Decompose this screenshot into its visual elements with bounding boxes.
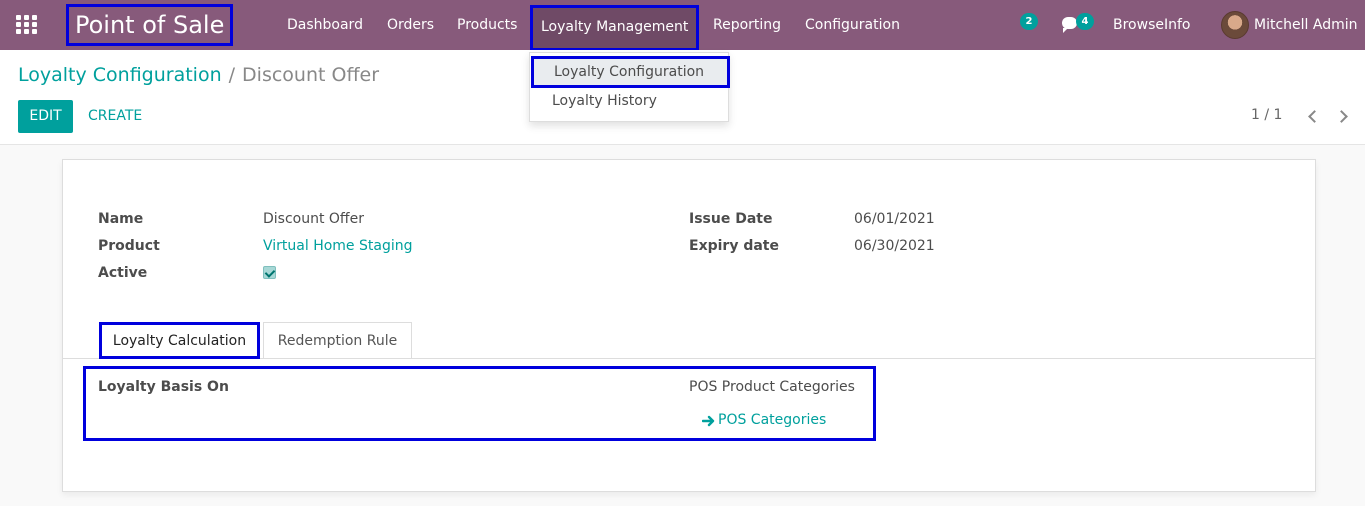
tab-redemption-rule[interactable]: Redemption Rule — [263, 322, 412, 359]
pager-value: 1 / 1 — [1251, 107, 1283, 123]
name-label: Name — [98, 211, 144, 227]
breadcrumb-current: Discount Offer — [242, 64, 380, 86]
activities-badge: 2 — [1020, 13, 1038, 30]
dropdown-item-loyalty-configuration[interactable]: Loyalty Configuration — [531, 56, 730, 88]
menu-reporting[interactable]: Reporting — [713, 0, 781, 50]
loyalty-basis-field[interactable]: POS Product Categories — [689, 379, 855, 395]
menu-dashboard[interactable]: Dashboard — [287, 0, 363, 50]
top-navbar: Point of Sale Dashboard Orders Products … — [0, 0, 1365, 51]
menu-configuration[interactable]: Configuration — [805, 0, 900, 50]
menu-products[interactable]: Products — [457, 0, 517, 50]
breadcrumb-separator: / — [228, 64, 236, 86]
product-label: Product — [98, 238, 160, 254]
breadcrumb-parent[interactable]: Loyalty Configuration — [18, 64, 222, 86]
issue-date-label: Issue Date — [689, 211, 773, 227]
expiry-date-field: 06/30/2021 — [854, 238, 935, 254]
messages-button[interactable]: 4 — [1062, 0, 1098, 50]
pager-next-icon[interactable] — [1334, 106, 1352, 126]
loyalty-basis-label: Loyalty Basis On — [98, 379, 229, 395]
messages-badge: 4 — [1076, 13, 1094, 30]
breadcrumb: Loyalty Configuration / Discount Offer — [18, 64, 379, 86]
name-field: Discount Offer — [263, 211, 364, 227]
chat-icon — [1062, 17, 1077, 33]
menu-orders[interactable]: Orders — [387, 0, 434, 50]
expiry-date-label: Expiry date — [689, 238, 779, 254]
company-switcher[interactable]: BrowseInfo — [1113, 0, 1190, 50]
active-label: Active — [98, 265, 148, 281]
active-checkbox — [263, 266, 276, 279]
create-button[interactable]: CREATE — [88, 100, 142, 133]
issue-date-field: 06/01/2021 — [854, 211, 935, 227]
pos-categories-button[interactable]: POS Categories — [718, 412, 826, 428]
menu-loyalty-management[interactable]: Loyalty Management — [530, 5, 700, 51]
apps-menu-icon[interactable] — [16, 15, 38, 35]
arrow-right-icon — [702, 415, 715, 427]
loyalty-management-dropdown: Loyalty Configuration Loyalty History — [529, 52, 730, 122]
app-brand[interactable]: Point of Sale — [66, 4, 233, 46]
dropdown-item-loyalty-history[interactable]: Loyalty History — [530, 87, 728, 115]
form-sheet: Name Discount Offer Product Virtual Home… — [62, 159, 1316, 492]
tab-loyalty-calculation[interactable]: Loyalty Calculation — [99, 322, 260, 359]
user-menu[interactable]: Mitchell Admin — [1254, 0, 1358, 50]
activities-button[interactable]: 2 — [1020, 0, 1042, 50]
product-link[interactable]: Virtual Home Staging — [263, 238, 412, 254]
edit-button[interactable]: EDIT — [18, 100, 73, 133]
loyalty-calculation-panel — [83, 366, 876, 441]
pager-previous-icon[interactable] — [1304, 106, 1322, 126]
user-avatar[interactable] — [1221, 11, 1249, 39]
